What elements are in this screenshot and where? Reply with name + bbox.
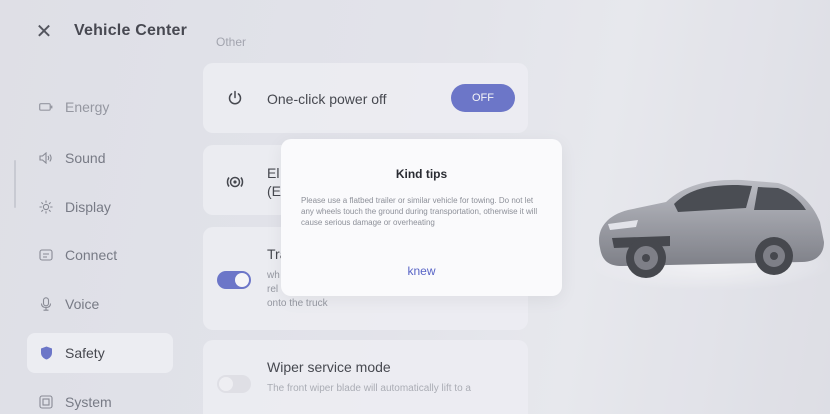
knew-button[interactable]: knew <box>281 264 562 278</box>
dialog-title: Kind tips <box>395 167 448 181</box>
dialog-message: Please use a flatbed trailer or similar … <box>301 196 538 227</box>
kind-tips-dialog: Kind tips Please use a flatbed trailer o… <box>281 139 562 296</box>
vehicle-center-screen: ✕ Vehicle Center Energy Sound Display Co… <box>0 0 830 414</box>
